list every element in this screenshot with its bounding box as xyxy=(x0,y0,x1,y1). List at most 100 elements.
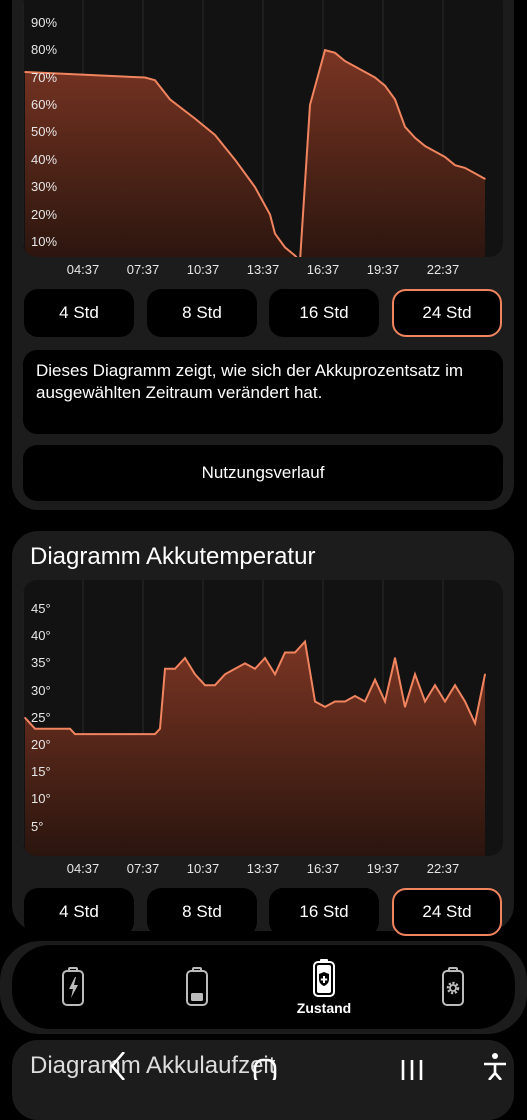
level-chart-point xyxy=(384,84,386,87)
temp-chart-y-tick-label: 40° xyxy=(31,628,51,644)
temp-chart-point xyxy=(294,651,296,654)
level-chart-point xyxy=(234,158,236,161)
battery-shield-icon xyxy=(313,959,335,997)
temp-chart-point xyxy=(24,717,26,719)
level-chart-point xyxy=(84,73,86,76)
temp-chart-point xyxy=(404,706,406,708)
temp-range-16h-button[interactable]: 16 Std xyxy=(269,888,379,936)
temp-chart-point xyxy=(424,700,426,703)
level-chart-y-tick-label: 40% xyxy=(31,151,58,167)
level-chart-point xyxy=(444,156,446,158)
level-chart-point xyxy=(154,79,156,82)
battery-level-chart-svg xyxy=(23,0,486,257)
nav-item-charging[interactable] xyxy=(23,945,123,1029)
back-icon xyxy=(110,1051,125,1081)
level-chart-x-tick-label: 13:37 xyxy=(246,262,280,277)
temp-chart-point xyxy=(304,640,306,643)
level-chart-point xyxy=(394,98,396,101)
level-chart-y-tick-label: 80% xyxy=(31,42,58,58)
temp-chart-point xyxy=(254,668,256,670)
range-4h-button[interactable]: 4 Std xyxy=(24,289,134,337)
temp-chart-point xyxy=(114,733,116,735)
system-nav-icons xyxy=(110,1051,506,1086)
temp-chart-point xyxy=(484,673,486,676)
temp-chart-point xyxy=(314,700,316,703)
level-chart-point xyxy=(364,71,366,73)
level-chart-point xyxy=(194,117,196,120)
temp-chart-y-tick-label: 20° xyxy=(31,737,51,752)
level-chart-point xyxy=(144,76,146,79)
temp-chart-point xyxy=(454,684,456,686)
usage-history-button[interactable]: Nutzungsverlauf xyxy=(23,445,503,501)
bottom-navigation-inner: Zustand xyxy=(12,945,515,1029)
temp-chart-point xyxy=(324,706,326,708)
level-chart-x-tick-label: 19:37 xyxy=(366,262,400,277)
temp-chart-point xyxy=(134,733,136,735)
level-chart-point xyxy=(414,136,416,139)
level-chart-point xyxy=(24,71,26,73)
level-chart-y-tick-label: 60% xyxy=(31,96,58,112)
level-chart-point xyxy=(404,126,406,128)
temp-range-8h-button[interactable]: 8 Std xyxy=(147,888,257,936)
temp-chart-x-tick-label: 16:37 xyxy=(306,861,340,876)
level-chart-point xyxy=(354,65,356,68)
level-chart-y-tick-label: 10% xyxy=(31,233,58,249)
temperature-chart-svg xyxy=(23,580,486,856)
temp-chart-point xyxy=(194,673,196,676)
level-chart-y-tick-label: 90% xyxy=(31,14,58,30)
level-chart-y-tick-label: 20% xyxy=(31,206,58,222)
home-icon xyxy=(253,1058,277,1086)
temp-chart-point xyxy=(204,684,206,686)
temp-chart-x-tick-label: 10:37 xyxy=(186,861,220,876)
nav-item-level[interactable] xyxy=(147,945,247,1029)
temp-chart-x-tick-label: 22:37 xyxy=(426,861,460,876)
range-24h-button[interactable]: 24 Std xyxy=(392,289,502,337)
temp-chart-point xyxy=(224,673,226,676)
level-chart-point xyxy=(324,49,326,51)
level-chart-x-tick-label: 04:37 xyxy=(66,262,100,277)
level-chart-y-tick-label: 50% xyxy=(31,124,58,140)
accessibility-icon xyxy=(484,1053,506,1081)
temperature-chart xyxy=(23,580,503,856)
chart-description: Dieses Diagramm zeigt, wie sich der Akku… xyxy=(23,350,503,434)
temp-chart-point xyxy=(69,727,71,730)
nav-item-health[interactable]: Zustand xyxy=(274,945,374,1029)
temp-chart-point xyxy=(54,727,56,730)
battery-gear-icon xyxy=(442,967,464,1006)
temp-chart-point xyxy=(464,700,466,703)
temp-chart-y-tick-label: 35° xyxy=(31,655,51,671)
range-8h-button[interactable]: 8 Std xyxy=(147,289,257,337)
level-chart-point xyxy=(274,232,276,235)
battery-level-chart xyxy=(23,0,503,257)
temp-chart-point xyxy=(284,651,286,654)
nav-item-health-label: Zustand xyxy=(296,1000,352,1016)
temp-chart-point xyxy=(234,668,236,670)
temp-chart-y-tick-label: 30° xyxy=(31,682,51,698)
temp-chart-point xyxy=(434,684,436,686)
temp-chart-x-tick-label: 04:37 xyxy=(66,861,100,876)
temp-chart-y-tick-label: 5° xyxy=(31,818,44,834)
level-chart-x-tick-label: 22:37 xyxy=(426,262,460,277)
temp-chart-point xyxy=(334,700,336,703)
temp-chart-point xyxy=(354,695,356,697)
temp-range-24h-button[interactable]: 24 Std xyxy=(392,888,502,936)
temp-chart-point xyxy=(214,684,216,686)
nav-item-settings[interactable] xyxy=(403,945,503,1029)
range-16h-button[interactable]: 16 Std xyxy=(269,289,379,337)
temp-chart-x-tick-label: 13:37 xyxy=(246,861,280,876)
level-chart-x-tick-label: 07:37 xyxy=(126,262,160,277)
temp-chart-point xyxy=(34,727,36,730)
battery-level-icon xyxy=(186,967,208,1006)
level-chart-point xyxy=(309,104,311,106)
temp-chart-x-tick-label: 07:37 xyxy=(126,861,160,876)
level-chart-point xyxy=(374,76,376,79)
temperature-card-title: Diagramm Akkutemperatur xyxy=(30,543,316,570)
temp-chart-point xyxy=(384,700,386,703)
temp-chart-point xyxy=(94,733,96,735)
temp-range-4h-button[interactable]: 4 Std xyxy=(24,888,134,936)
level-chart-y-tick-label: 70% xyxy=(31,69,58,85)
temp-chart-y-tick-label: 45° xyxy=(31,601,51,616)
level-chart-point xyxy=(484,178,486,180)
level-chart-point xyxy=(334,52,336,54)
temp-chart-point xyxy=(394,657,396,659)
